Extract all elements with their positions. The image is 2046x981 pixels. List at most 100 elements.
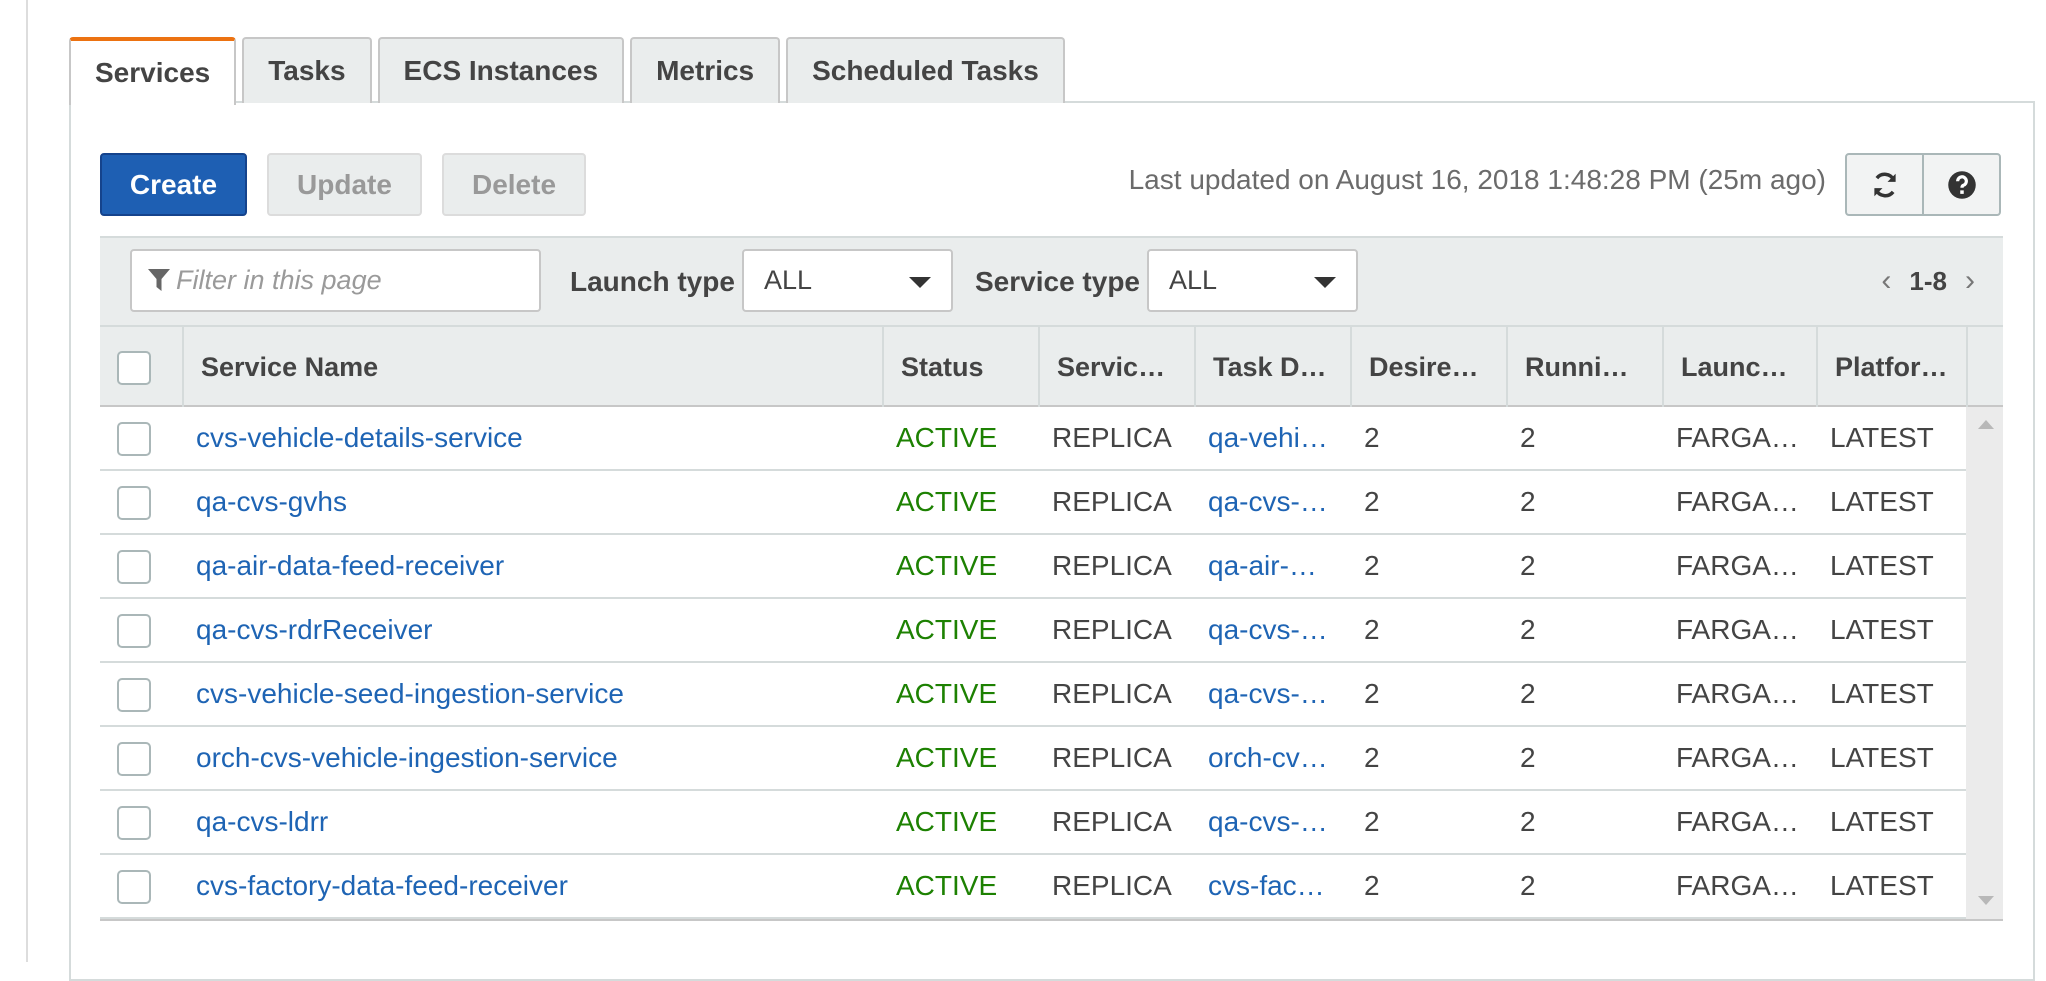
service-type-cell: REPLICA xyxy=(1052,678,1172,709)
launch-type-label: Launch type xyxy=(570,266,735,297)
row-checkbox[interactable] xyxy=(117,870,151,904)
row-checkbox[interactable] xyxy=(117,486,151,520)
row-checkbox[interactable] xyxy=(117,678,151,712)
filter-bar: Filter in this page Launch type ALL Serv… xyxy=(100,236,2003,325)
table-row: qa-air-data-feed-receiver ACTIVE REPLICA… xyxy=(100,535,1966,599)
scroll-up-arrow-icon[interactable] xyxy=(1978,420,1994,429)
update-button[interactable]: Update xyxy=(267,153,422,216)
header-service-type[interactable]: Servic… xyxy=(1038,327,1194,407)
service-type-select[interactable]: ALL xyxy=(1147,249,1358,312)
task-definition-link[interactable]: qa-cvs-… xyxy=(1208,599,1348,661)
desired-count-cell: 2 xyxy=(1364,550,1380,581)
table-bottom-divider xyxy=(100,919,2003,921)
row-checkbox[interactable] xyxy=(117,550,151,584)
table-row: qa-cvs-ldrr ACTIVE REPLICA qa-cvs-… 2 2 … xyxy=(100,791,1966,855)
task-definition-link[interactable]: qa-cvs-… xyxy=(1208,663,1348,725)
row-checkbox[interactable] xyxy=(117,614,151,648)
status-text: ACTIVE xyxy=(896,806,998,837)
service-type-cell: REPLICA xyxy=(1052,870,1172,901)
service-name-link[interactable]: cvs-vehicle-details-service xyxy=(196,407,876,469)
services-table-body: cvs-vehicle-details-service ACTIVE REPLI… xyxy=(100,407,1966,919)
task-definition-link[interactable]: qa-cvs-… xyxy=(1208,791,1348,853)
table-header: Service Name Status Servic… Task D… Desi… xyxy=(100,325,2003,407)
filter-input[interactable]: Filter in this page xyxy=(130,249,541,312)
delete-button[interactable]: Delete xyxy=(442,153,586,216)
tab-tasks[interactable]: Tasks xyxy=(242,37,372,103)
chevron-down-icon xyxy=(909,277,931,288)
chevron-left-icon[interactable]: ‹ xyxy=(1881,264,1891,298)
chevron-down-icon xyxy=(1314,277,1336,288)
tab-metrics[interactable]: Metrics xyxy=(630,37,781,103)
refresh-icon xyxy=(1873,172,1896,197)
filter-placeholder: Filter in this page xyxy=(176,265,382,295)
running-count-cell: 2 xyxy=(1520,486,1536,517)
launch-type-cell: FARGA… xyxy=(1676,742,1799,773)
platform-version-cell: LATEST xyxy=(1830,806,1934,837)
service-type-cell: REPLICA xyxy=(1052,550,1172,581)
service-name-link[interactable]: qa-air-data-feed-receiver xyxy=(196,535,876,597)
desired-count-cell: 2 xyxy=(1364,486,1380,517)
launch-type-cell: FARGA… xyxy=(1676,486,1799,517)
header-status[interactable]: Status xyxy=(882,327,1038,407)
header-running[interactable]: Runni… xyxy=(1506,327,1662,407)
service-name-link[interactable]: cvs-factory-data-feed-receiver xyxy=(196,855,876,917)
launch-type-cell: FARGA… xyxy=(1676,678,1799,709)
desired-count-cell: 2 xyxy=(1364,422,1380,453)
help-button[interactable] xyxy=(1922,153,2001,216)
task-definition-link[interactable]: qa-cvs-… xyxy=(1208,471,1348,533)
pagination: ‹ 1-8 › xyxy=(1881,264,1975,298)
header-scroll-spacer xyxy=(1966,327,2003,407)
service-name-link[interactable]: cvs-vehicle-seed-ingestion-service xyxy=(196,663,876,725)
status-text: ACTIVE xyxy=(896,742,998,773)
running-count-cell: 2 xyxy=(1520,806,1536,837)
task-definition-link[interactable]: qa-air-… xyxy=(1208,535,1348,597)
desired-count-cell: 2 xyxy=(1364,806,1380,837)
header-launch-type[interactable]: Launc… xyxy=(1662,327,1816,407)
table-row: cvs-vehicle-seed-ingestion-service ACTIV… xyxy=(100,663,1966,727)
status-text: ACTIVE xyxy=(896,486,998,517)
launch-type-value: ALL xyxy=(764,265,813,295)
platform-version-cell: LATEST xyxy=(1830,422,1934,453)
header-desired[interactable]: Desire… xyxy=(1350,327,1506,407)
task-definition-link[interactable]: cvs-fac… xyxy=(1208,855,1348,917)
service-name-link[interactable]: qa-cvs-rdrReceiver xyxy=(196,599,876,661)
page-range: 1-8 xyxy=(1909,265,1947,296)
row-checkbox[interactable] xyxy=(117,806,151,840)
desired-count-cell: 2 xyxy=(1364,678,1380,709)
create-button[interactable]: Create xyxy=(100,153,247,216)
status-text: ACTIVE xyxy=(896,614,998,645)
tab-services[interactable]: Services xyxy=(69,37,237,105)
platform-version-cell: LATEST xyxy=(1830,486,1934,517)
service-name-link[interactable]: qa-cvs-gvhs xyxy=(196,471,876,533)
platform-version-cell: LATEST xyxy=(1830,614,1934,645)
service-name-link[interactable]: qa-cvs-ldrr xyxy=(196,791,876,853)
table-row: qa-cvs-rdrReceiver ACTIVE REPLICA qa-cvs… xyxy=(100,599,1966,663)
select-all-checkbox[interactable] xyxy=(117,351,151,385)
tab-scheduled-tasks[interactable]: Scheduled Tasks xyxy=(786,37,1065,103)
task-definition-link[interactable]: qa-vehi… xyxy=(1208,407,1348,469)
tab-bar: Services Tasks ECS Instances Metrics Sch… xyxy=(69,37,1065,105)
chevron-right-icon[interactable]: › xyxy=(1965,264,1975,298)
row-checkbox[interactable] xyxy=(117,422,151,456)
status-text: ACTIVE xyxy=(896,550,998,581)
header-task-definition[interactable]: Task D… xyxy=(1194,327,1350,407)
table-scrollbar[interactable] xyxy=(1966,407,2003,919)
tab-ecs-instances[interactable]: ECS Instances xyxy=(377,37,625,103)
service-type-cell: REPLICA xyxy=(1052,614,1172,645)
service-name-link[interactable]: orch-cvs-vehicle-ingestion-service xyxy=(196,727,876,789)
last-updated-text: Last updated on August 16, 2018 1:48:28 … xyxy=(1128,164,1826,195)
refresh-button[interactable] xyxy=(1845,153,1924,216)
header-service-name[interactable]: Service Name xyxy=(182,327,882,407)
launch-type-select[interactable]: ALL xyxy=(742,249,953,312)
row-checkbox[interactable] xyxy=(117,742,151,776)
scroll-down-arrow-icon[interactable] xyxy=(1978,896,1994,905)
header-platform[interactable]: Platfor… xyxy=(1816,327,1966,407)
running-count-cell: 2 xyxy=(1520,870,1536,901)
platform-version-cell: LATEST xyxy=(1830,742,1934,773)
task-definition-link[interactable]: orch-cv… xyxy=(1208,727,1348,789)
service-type-cell: REPLICA xyxy=(1052,806,1172,837)
launch-type-cell: FARGA… xyxy=(1676,806,1799,837)
platform-version-cell: LATEST xyxy=(1830,678,1934,709)
service-type-value: ALL xyxy=(1169,265,1218,295)
table-row: cvs-vehicle-details-service ACTIVE REPLI… xyxy=(100,407,1966,471)
